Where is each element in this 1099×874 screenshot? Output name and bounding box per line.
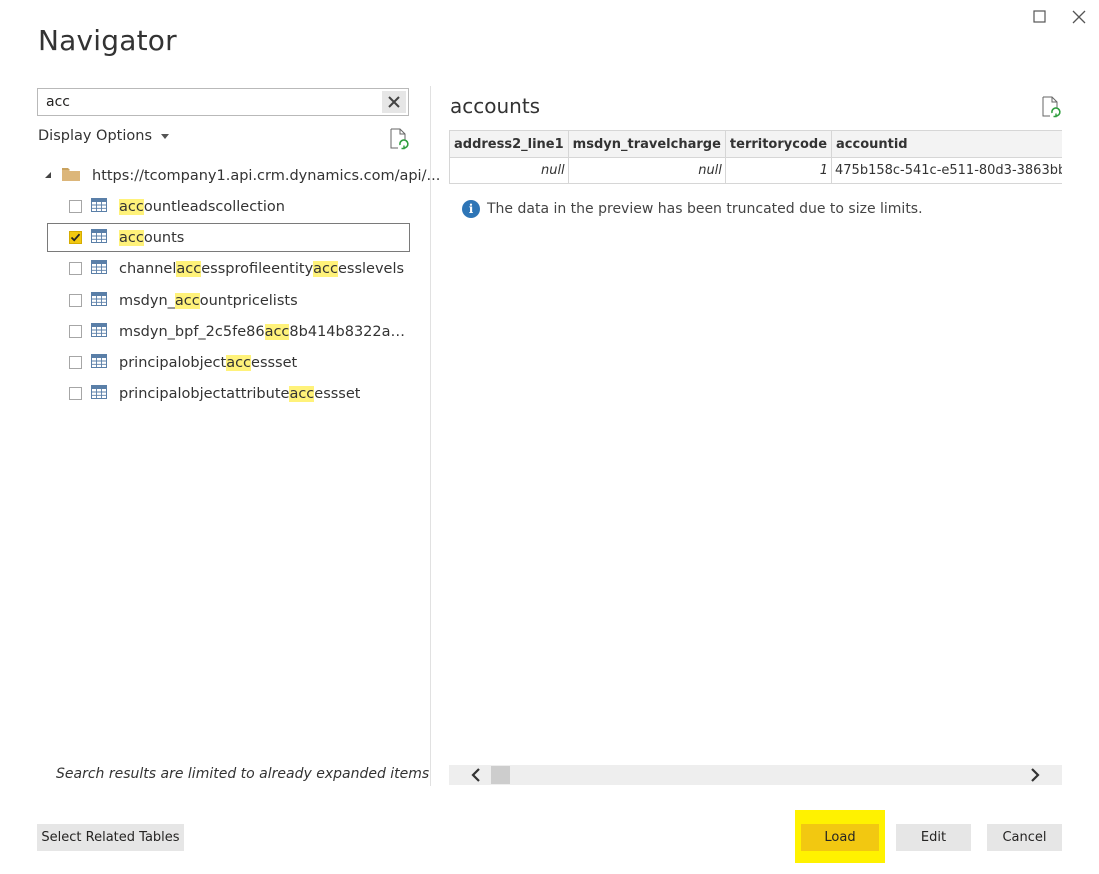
collapse-arrow-icon[interactable] xyxy=(43,168,53,184)
tree-item-label: msdyn_bpf_2c5fe86acc8b414b8322ae571... xyxy=(119,323,409,340)
label-segment: essset xyxy=(251,354,298,371)
tree-item[interactable]: principalobjectaccessset xyxy=(47,348,410,377)
preview-title: accounts xyxy=(450,94,541,118)
edit-button[interactable]: Edit xyxy=(896,824,971,851)
label-segment: principalobject xyxy=(119,354,227,371)
column-header[interactable]: address2_line1 xyxy=(449,130,569,158)
checkbox[interactable] xyxy=(69,325,82,338)
table-icon xyxy=(91,322,107,341)
label-segment: ounts xyxy=(143,229,185,246)
column-header[interactable]: territorycode xyxy=(724,130,833,158)
cancel-button[interactable]: Cancel xyxy=(987,824,1062,851)
label-segment: 8b414b8322ae571... xyxy=(289,323,409,340)
tree-item-label: channelaccessprofileentityaccesslevels xyxy=(119,260,405,277)
search-match-highlight: acc xyxy=(176,260,202,277)
export-preview-icon[interactable] xyxy=(1041,96,1061,122)
table-header-row: address2_line1 msdyn_travelcharge territ… xyxy=(449,130,1062,158)
tree-item[interactable]: msdyn_bpf_2c5fe86acc8b414b8322ae571... xyxy=(47,317,410,346)
panel-divider xyxy=(430,86,431,786)
tree-item[interactable]: channelaccessprofileentityaccesslevels xyxy=(47,254,410,283)
checkbox[interactable] xyxy=(69,200,82,213)
table-cell: 475b158c-541c-e511-80d3-3863bb xyxy=(831,157,1062,184)
table-icon xyxy=(91,197,107,216)
label-segment: msdyn_bpf_2c5fe86 xyxy=(119,323,265,340)
search-input[interactable] xyxy=(38,89,394,115)
tree-item-label: accountleadscollection xyxy=(119,198,285,215)
checkbox[interactable] xyxy=(69,262,82,275)
scrollbar-thumb[interactable] xyxy=(491,766,510,784)
tree-root-node[interactable]: https://tcompany1.api.crm.dynamics.com/a… xyxy=(43,164,440,188)
table-cell: 1 xyxy=(724,157,833,184)
search-match-highlight: acc xyxy=(174,292,200,309)
checkmark-icon xyxy=(70,233,81,242)
search-note: Search results are limited to already ex… xyxy=(56,766,430,782)
tree-item-label: accounts xyxy=(119,229,185,246)
select-related-tables-button[interactable]: Select Related Tables xyxy=(37,824,184,851)
folder-icon xyxy=(61,166,81,186)
maximize-icon[interactable] xyxy=(1029,6,1051,28)
column-header[interactable]: accountid xyxy=(831,130,1062,158)
clear-search-button[interactable] xyxy=(382,91,406,113)
tree-item-label: principalobjectaccessset xyxy=(119,354,298,371)
label-segment: esslevels xyxy=(338,260,405,277)
scroll-left-icon[interactable] xyxy=(463,765,489,785)
table-icon xyxy=(91,291,107,310)
window-title: Navigator xyxy=(38,24,177,57)
search-box xyxy=(37,88,409,116)
search-match-highlight: acc xyxy=(226,354,252,371)
info-icon: i xyxy=(462,200,480,218)
display-options-label: Display Options xyxy=(38,128,153,144)
label-segment: channel xyxy=(119,260,177,277)
search-match-highlight: acc xyxy=(119,229,144,246)
checkbox[interactable] xyxy=(69,356,82,369)
label-segment: essprofileentity xyxy=(201,260,314,277)
tree-item[interactable]: msdyn_accountpricelists xyxy=(47,286,410,315)
tree-item-label: msdyn_accountpricelists xyxy=(119,292,298,309)
checkbox[interactable] xyxy=(69,231,82,244)
table-icon xyxy=(91,384,107,403)
refresh-icon[interactable] xyxy=(389,128,409,154)
search-match-highlight: acc xyxy=(264,323,290,340)
checkbox[interactable] xyxy=(69,294,82,307)
search-match-highlight: acc xyxy=(289,385,315,402)
label-segment: ountleadscollection xyxy=(143,198,285,215)
table-icon xyxy=(91,228,107,247)
table-icon xyxy=(91,353,107,372)
tree-item[interactable]: accounts xyxy=(47,223,410,252)
close-icon xyxy=(388,96,400,108)
preview-table-container: address2_line1 msdyn_travelcharge territ… xyxy=(449,130,1062,186)
table-row: null null 1 475b158c-541c-e511-80d3-3863… xyxy=(449,157,1062,184)
checkbox[interactable] xyxy=(69,387,82,400)
scroll-right-icon[interactable] xyxy=(1022,765,1048,785)
column-header[interactable]: msdyn_travelcharge xyxy=(567,130,726,158)
chevron-down-icon xyxy=(161,133,170,139)
tree-root-label: https://tcompany1.api.crm.dynamics.com/a… xyxy=(92,168,441,184)
load-button[interactable]: Load xyxy=(801,824,879,851)
table-icon xyxy=(91,259,107,278)
tree-item[interactable]: accountleadscollection xyxy=(47,192,410,221)
horizontal-scrollbar[interactable] xyxy=(449,765,1062,785)
display-options-dropdown[interactable]: Display Options xyxy=(38,128,170,144)
table-cell: null xyxy=(567,157,726,184)
table-cell: null xyxy=(449,157,569,184)
truncation-notice-text: The data in the preview has been truncat… xyxy=(487,201,923,217)
label-segment: essset xyxy=(314,385,361,402)
label-segment: principalobjectattribute xyxy=(119,385,290,402)
tree-item[interactable]: principalobjectattributeaccessset xyxy=(47,379,410,408)
label-segment: ountpricelists xyxy=(199,292,298,309)
truncation-notice: i The data in the preview has been trunc… xyxy=(462,200,923,218)
close-icon[interactable] xyxy=(1068,6,1090,28)
search-match-highlight: acc xyxy=(119,198,144,215)
label-segment: msdyn_ xyxy=(119,292,175,309)
search-match-highlight: acc xyxy=(313,260,338,277)
tree-item-label: principalobjectattributeaccessset xyxy=(119,385,361,402)
preview-table: address2_line1 msdyn_travelcharge territ… xyxy=(449,130,1062,184)
